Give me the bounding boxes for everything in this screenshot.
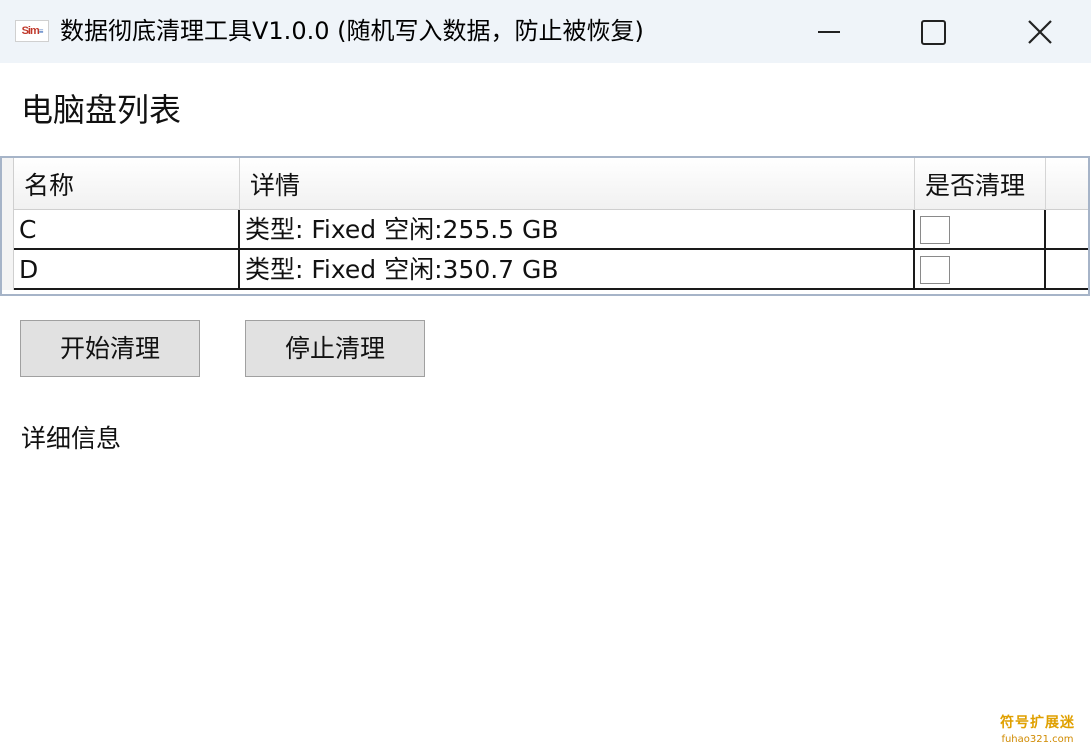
app-icon: Sim≡ (15, 20, 49, 42)
drive-detail-cell[interactable]: 类型: Fixed 空闲:255.5 GB (240, 210, 915, 248)
clean-checkbox[interactable] (920, 216, 950, 244)
watermark: 符号扩展迷 fuhao321.com (990, 713, 1085, 747)
column-header-detail[interactable]: 详情 (240, 158, 915, 210)
detail-info-label: 详细信息 (21, 424, 122, 453)
close-button[interactable] (990, 0, 1090, 63)
drive-name-cell[interactable]: C (14, 210, 240, 248)
stop-clean-button[interactable]: 停止清理 (245, 320, 425, 377)
close-icon (1028, 20, 1052, 44)
clean-checkbox[interactable] (920, 256, 950, 284)
filler-cell (1046, 250, 1088, 288)
drive-name-cell[interactable]: D (14, 250, 240, 288)
section-title: 电脑盘列表 (21, 91, 182, 129)
maximize-button[interactable] (882, 0, 982, 63)
drive-grid[interactable]: 名称 详情 是否清理 C 类型: Fixed 空闲:255.5 GB D 类型:… (0, 156, 1090, 296)
table-row[interactable]: D 类型: Fixed 空闲:350.7 GB (14, 250, 1088, 290)
clean-cell[interactable] (915, 210, 1046, 248)
minimize-button[interactable] (778, 0, 878, 63)
row-selector[interactable] (2, 250, 14, 290)
start-clean-button[interactable]: 开始清理 (20, 320, 200, 377)
watermark-url: fuhao321.com (1001, 734, 1074, 745)
drive-detail-cell[interactable]: 类型: Fixed 空闲:350.7 GB (240, 250, 915, 288)
window-title: 数据彻底清理工具V1.0.0 (随机写入数据，防止被恢复) (60, 17, 644, 45)
column-header-name[interactable]: 名称 (14, 158, 240, 210)
clean-cell[interactable] (915, 250, 1046, 288)
row-selector[interactable] (2, 210, 14, 250)
column-header-filler (1046, 158, 1088, 210)
grid-corner (2, 158, 14, 210)
table-row[interactable]: C 类型: Fixed 空闲:255.5 GB (14, 210, 1088, 250)
grid-header: 名称 详情 是否清理 (14, 158, 1088, 210)
column-header-clean[interactable]: 是否清理 (915, 158, 1046, 210)
watermark-text: 符号扩展迷 (1000, 715, 1075, 731)
filler-cell (1046, 210, 1088, 248)
title-bar[interactable]: Sim≡ 数据彻底清理工具V1.0.0 (随机写入数据，防止被恢复) (0, 0, 1091, 63)
